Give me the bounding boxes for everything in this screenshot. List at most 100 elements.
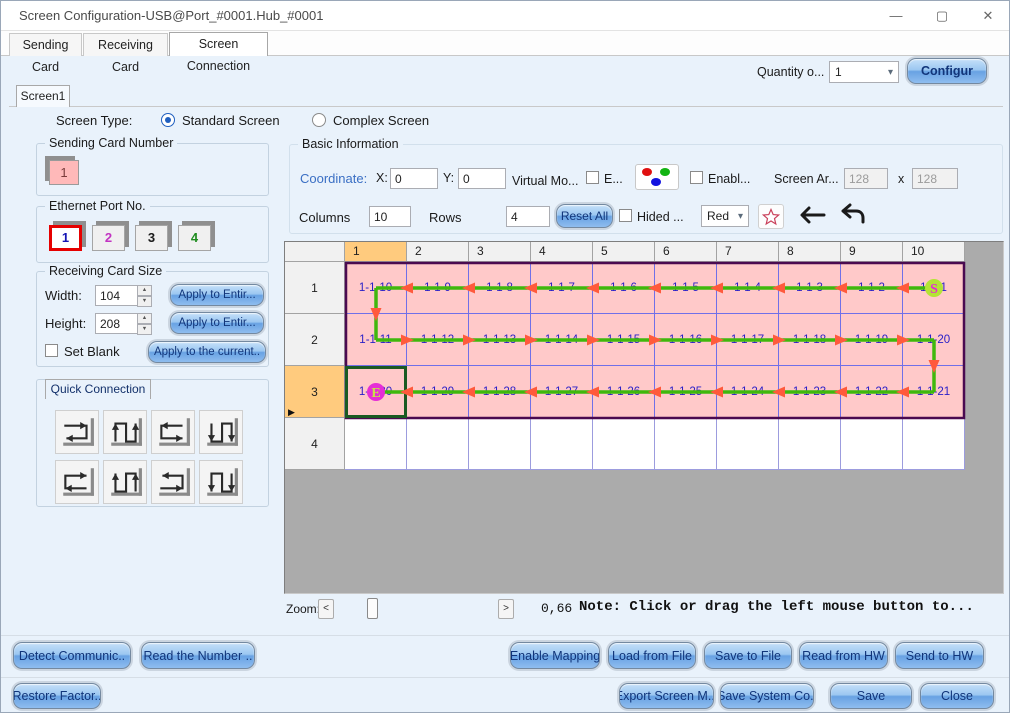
grid-col-header-6[interactable]: 6 [655,242,717,262]
read-from-hw-button[interactable]: Read from HW [799,642,888,669]
rows-input[interactable] [506,206,550,227]
grid-cell[interactable]: 1-1-6 [593,262,655,314]
grid-cell[interactable]: 1-1-28 [469,366,531,418]
send-to-hw-button[interactable]: Send to HW [895,642,984,669]
grid-col-header-7[interactable]: 7 [717,242,779,262]
detect-communication-button[interactable]: Detect Communic.. [13,642,131,669]
grid-cell[interactable] [469,418,531,470]
save-system-config-button[interactable]: Save System Co.. [720,683,814,709]
quick-pattern-down-right-up-button[interactable] [199,410,243,454]
grid-cell[interactable]: 1-1-8 [469,262,531,314]
grid-cell[interactable]: 1-1-13 [469,314,531,366]
grid-cell[interactable]: 1-1-3 [779,262,841,314]
apply-current-button[interactable]: Apply to the current.. [148,341,266,363]
apply-width-button[interactable]: Apply to Entir... [170,284,264,306]
standard-screen-radio[interactable] [161,113,175,127]
close-button[interactable]: Close [920,683,994,709]
tab-receiving-card[interactable]: Receiving Card [83,33,168,74]
apply-height-button[interactable]: Apply to Entir... [170,312,264,334]
grid-cell[interactable]: 1-1-22 [841,366,903,418]
tab-screen-connection[interactable]: Screen Connection [169,32,268,73]
tab-screen1[interactable]: Screen1 [16,85,70,107]
quick-pattern-left-down-right-button[interactable] [151,410,195,454]
hided-checkbox[interactable] [619,209,632,222]
rgb-dots-icon[interactable] [635,164,679,190]
connection-grid-canvas[interactable]: 1 2 3 4 5 6 7 8 9 10 1 2 3 ▶ 4 1-1-10 1-1-9 1-1-8 1-1-7 1-1… [284,241,1004,594]
grid-cell[interactable]: 1-1-4 [717,262,779,314]
x-input[interactable] [390,168,438,189]
grid-cell[interactable]: 1-1-14 [531,314,593,366]
grid-cell[interactable] [407,418,469,470]
grid-cell[interactable]: 1-1-26 [593,366,655,418]
grid-cell[interactable] [903,418,965,470]
enable-virtual-checkbox[interactable] [586,171,599,184]
complex-screen-radio[interactable] [312,113,326,127]
height-input[interactable] [95,313,138,334]
grid-cell[interactable]: 1-1-18 [779,314,841,366]
grid-row-header-3[interactable]: 3 ▶ [285,366,345,418]
width-stepper[interactable]: ▲ ▼ [137,285,152,307]
grid-col-header-3[interactable]: 3 [469,242,531,262]
grid-cell[interactable]: 1-1-29 [407,366,469,418]
enable-mapping-button[interactable]: Enable Mapping [510,642,600,669]
minimize-icon[interactable]: — [879,5,913,27]
maximize-icon[interactable]: ▢ [925,5,959,27]
grid-cell[interactable]: 1-1-9 [407,262,469,314]
grid-cell[interactable] [779,418,841,470]
height-stepper[interactable]: ▲ ▼ [137,313,152,335]
restore-factory-button[interactable]: Restore Factor.. [13,683,101,709]
back-arrow-button[interactable] [794,201,830,229]
grid-cell[interactable]: 1-1-17 [717,314,779,366]
ethernet-port-4-button[interactable]: 4 [178,225,211,251]
close-icon[interactable]: ✕ [971,5,1005,27]
grid-cell[interactable]: 1-1-16 [655,314,717,366]
quick-pattern-right-up-left-button[interactable] [151,460,195,504]
grid-cell[interactable]: 1-1-23 [779,366,841,418]
zoom-out-button[interactable]: < [318,599,334,619]
grid-cell[interactable] [593,418,655,470]
sending-card-1-button[interactable]: 1 [49,160,79,185]
grid-col-header-9[interactable]: 9 [841,242,903,262]
grid-cell[interactable]: 1-1-7 [531,262,593,314]
reset-all-button[interactable]: Reset All [556,204,613,228]
line-color-select[interactable]: Red ▾ [701,205,749,227]
grid-cell[interactable]: 1-1-5 [655,262,717,314]
grid-cell[interactable]: 1-1-24 [717,366,779,418]
quick-pattern-up-right-down-button[interactable] [103,410,147,454]
quick-pattern-left-up-right-button[interactable] [55,460,99,504]
grid-cell[interactable] [531,418,593,470]
grid-col-header-5[interactable]: 5 [593,242,655,262]
grid-col-header-10[interactable]: 10 [903,242,965,262]
enable-checkbox[interactable] [690,171,703,184]
set-blank-checkbox[interactable] [45,344,58,357]
grid-cell[interactable]: 1-1-25 [655,366,717,418]
grid-cell[interactable]: 1-1-12 [407,314,469,366]
grid-cell[interactable]: 1-1-10 [345,262,407,314]
grid-cell[interactable]: 1-1-20 [903,314,965,366]
save-button[interactable]: Save [830,683,912,709]
configure-button[interactable]: Configur [907,58,987,84]
tab-sending-card[interactable]: Sending Card [9,33,82,74]
grid-row-header-4[interactable]: 4 [285,418,345,470]
quantity-select[interactable]: 1 ▾ [829,61,899,83]
grid-cell[interactable]: 1-1-27 [531,366,593,418]
grid-col-header-2[interactable]: 2 [407,242,469,262]
columns-input[interactable] [369,206,411,227]
ethernet-port-1-button[interactable]: 1 [49,225,82,251]
grid-col-header-4[interactable]: 4 [531,242,593,262]
grid-cell[interactable] [655,418,717,470]
quick-pattern-right-down-left-button[interactable] [55,410,99,454]
save-to-file-button[interactable]: Save to File [704,642,792,669]
grid-col-header-1[interactable]: 1 [345,242,407,262]
grid-col-header-8[interactable]: 8 [779,242,841,262]
grid-cell[interactable]: 1-1-15 [593,314,655,366]
ethernet-port-2-button[interactable]: 2 [92,225,125,251]
grid-row-header-1[interactable]: 1 [285,262,345,314]
y-input[interactable] [458,168,506,189]
load-from-file-button[interactable]: Load from File [608,642,696,669]
grid-cell[interactable]: 1-1-1 [903,262,965,314]
grid-row-header-2[interactable]: 2 [285,314,345,366]
undo-button[interactable] [837,201,869,229]
zoom-in-button[interactable]: > [498,599,514,619]
zoom-slider-thumb[interactable] [367,598,378,619]
